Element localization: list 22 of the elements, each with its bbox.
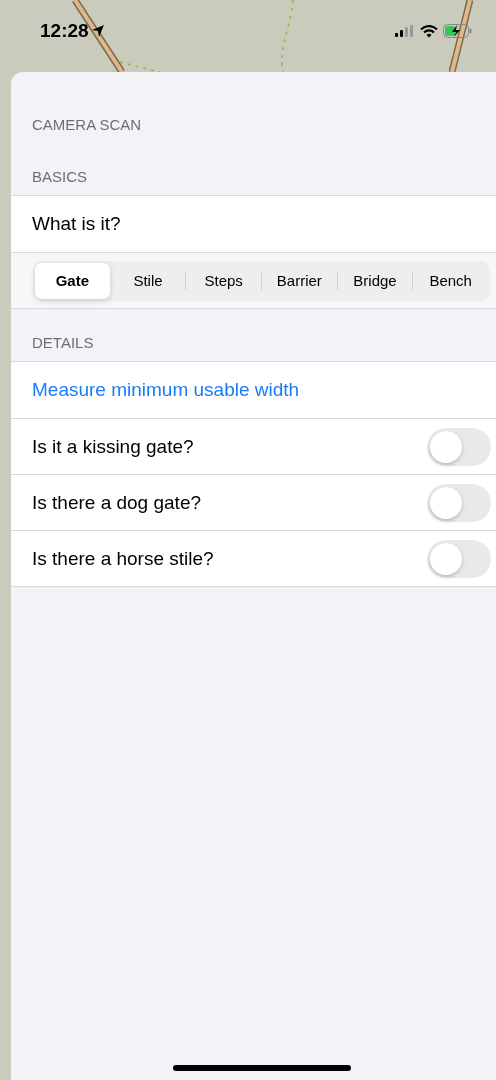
toggle-label: Is there a horse stile?: [32, 547, 214, 570]
toggle-switch[interactable]: [427, 427, 491, 466]
battery-icon: [443, 24, 472, 38]
segment-tab[interactable]: Bridge: [337, 262, 413, 299]
wifi-icon: [420, 24, 438, 38]
segment-tab[interactable]: Stile: [110, 262, 186, 299]
row-label: What is it?: [32, 213, 121, 235]
toggle-label: Is it a kissing gate?: [32, 435, 194, 458]
toggle-switch[interactable]: [427, 483, 491, 522]
location-arrow-icon: [90, 24, 105, 38]
segment-tab[interactable]: Gate: [35, 262, 110, 299]
segment-tab[interactable]: Steps: [186, 262, 261, 299]
segment-tab[interactable]: Barrier: [262, 262, 337, 299]
measure-link[interactable]: Measure minimum usable width: [32, 379, 300, 401]
toggle-switch[interactable]: [427, 539, 491, 578]
toggle-label: Is there a dog gate?: [32, 491, 201, 514]
status-time: 12:28: [40, 20, 89, 42]
segment-tab[interactable]: Bench: [413, 262, 489, 299]
signal-icon: [395, 25, 415, 37]
sheet-title: CAMERA SCAN: [31, 115, 143, 135]
section-header: DETAILS: [32, 334, 94, 351]
section-header: BASICS: [32, 168, 88, 185]
